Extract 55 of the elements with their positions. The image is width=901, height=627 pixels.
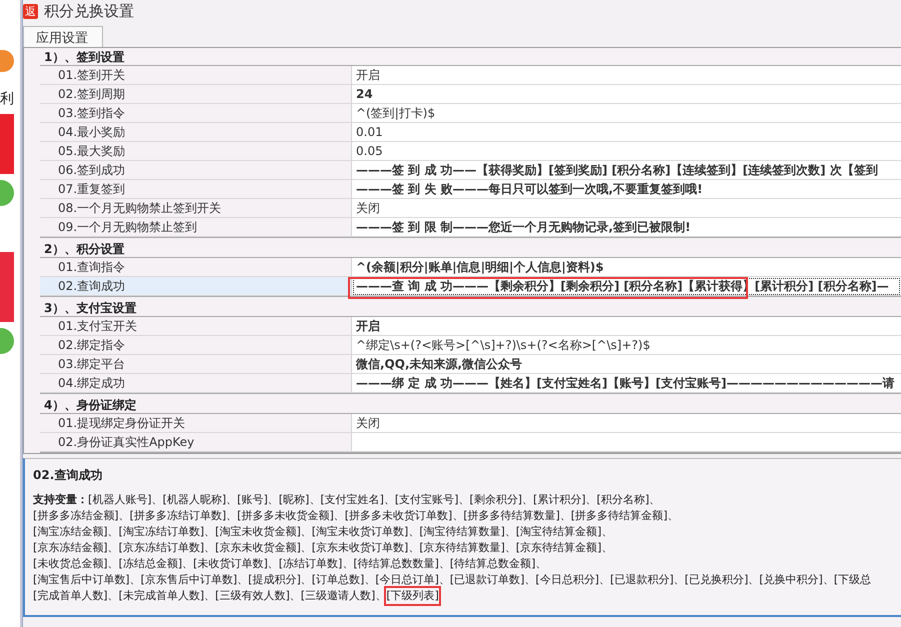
setting-value[interactable]: 开启 [352,66,901,85]
setting-value[interactable]: ^(余额|积分|账单|信息|明细|个人信息|资料)$ [352,258,901,277]
setting-label[interactable]: 01.支付宝开关 [40,317,352,336]
setting-value[interactable]: ^(签到|打卡)$ [352,104,901,123]
round-app-icon [0,180,14,206]
tab[interactable]: 应用设置 [23,26,103,47]
setting-label[interactable]: 06.签到成功 [40,161,352,180]
setting-value[interactable]: 微信,QQ,未知来源,微信公众号 [352,355,901,374]
section-title: 2）、积分设置 [43,241,126,257]
setting-label[interactable]: 01.签到开关 [40,66,352,85]
setting-label[interactable]: 07.重复签到 [40,180,352,199]
banner-tile [0,252,14,322]
setting-label[interactable]: 04.最小奖励 [40,123,352,142]
setting-label[interactable]: 04.绑定成功 [40,374,352,393]
setting-label[interactable]: 09.一个月无购物禁止签到 [40,218,352,237]
round-app-icon [0,50,14,72]
app-icon: 返 [23,4,38,18]
setting-value[interactable]: 0.05 [352,142,901,161]
setting-value[interactable]: ———签 到 限 制———您近一个月无购物记录,签到已被限制! [352,218,901,237]
setting-label[interactable]: 02.身份证真实性AppKey [40,433,352,452]
setting-value[interactable]: 关闭 [352,414,901,433]
section-title: 3）、支付宝设置 [43,300,138,316]
setting-value[interactable]: ———绑 定 成 功———【姓名】[支付宝姓名]【账号】[支付宝账号]—————————————请 [352,374,901,393]
highlighted-variable: [下级列表] [386,588,439,604]
setting-label[interactable]: 08.一个月无购物禁止签到开关 [40,199,352,218]
setting-label[interactable]: 05.最大奖励 [40,142,352,161]
setting-label[interactable]: 02.绑定指令 [40,336,352,355]
setting-label[interactable]: 02.查询成功 [40,277,352,296]
round-app-icon [0,328,14,354]
setting-value[interactable]: 关闭 [352,199,901,218]
setting-label[interactable]: 02.签到周期 [40,85,352,104]
background-text: 利 [0,90,14,108]
setting-value[interactable]: 24 [352,85,901,104]
setting-value[interactable]: ———签 到 成 功——【获得奖励】[签到奖励] [积分名称]【连续签到】[连续签到次数] 次【签到 [352,161,901,180]
setting-label[interactable]: 01.查询指令 [40,258,352,277]
value-field[interactable] [352,433,901,452]
setting-value[interactable]: 开启 [352,317,901,336]
help-text: [拼多多冻结金额]、[拼多多冻结订单数]、[拼多多未收货金额]、[拼多多未收货订单数]、[拼多多待结算数量]、[拼多多待结算金额]、 [33,508,678,524]
help-text: [京东冻结金额]、[京东冻结订单数]、[京东未收货金额]、[京东未收货订单数]、[京东待结算数量]、[京东待结算金额]、 [33,540,612,556]
banner-tile [0,114,14,174]
help-text: [淘宝售后中订单数]、[京东售后中订单数]、[提成积分]、[订单总数]、[今日总订单]、[已退款订单数]、[今日总积分]、[已退款积分]、[已兑换积分]、[兑换中积分]、[下级总 [33,572,872,588]
setting-value[interactable]: 0.01 [352,123,901,142]
setting-value[interactable]: ———签 到 失 败———每日只可以签到一次哦,不要重复签到哦! [352,180,901,199]
help-title: 02.查询成功 [33,467,104,484]
help-text: [淘宝冻结金额]、[淘宝冻结订单数]、[淘宝未收货金额]、[淘宝未收货订单数]、[淘宝待结算数量]、[淘宝待结算金额]、 [33,524,612,540]
setting-label[interactable]: 03.签到指令 [40,104,352,123]
setting-label[interactable]: 03.绑定平台 [40,355,352,374]
help-text: 支持变量：[机器人账号]、[机器人昵称]、[账号]、[昵称]、[支付宝姓名]、[支付宝账号]、[剩余积分]、[累计积分]、[积分名称]、 [33,492,660,508]
section-title: 4）、身份证绑定 [43,397,138,413]
setting-value[interactable]: ^绑定\s+(?<账号>[^\s]+?)\s+(?<名称>[^\s]+?)$ [352,336,901,355]
help-text: [未收货总金额]、[冻结总金额]、[未收货订单数]、[冻结订单数]、[待结算总数数量]、[待结算总数金额]、 [33,556,546,572]
window-title: 积分兑换设置 [44,2,134,20]
help-text: [完成首单人数]、[未完成首单人数]、[三级有效人数]、[三级邀请人数]、 [33,588,386,604]
section-title: 1）、签到设置 [43,49,126,65]
setting-label[interactable]: 01.提现绑定身份证开关 [40,414,352,433]
